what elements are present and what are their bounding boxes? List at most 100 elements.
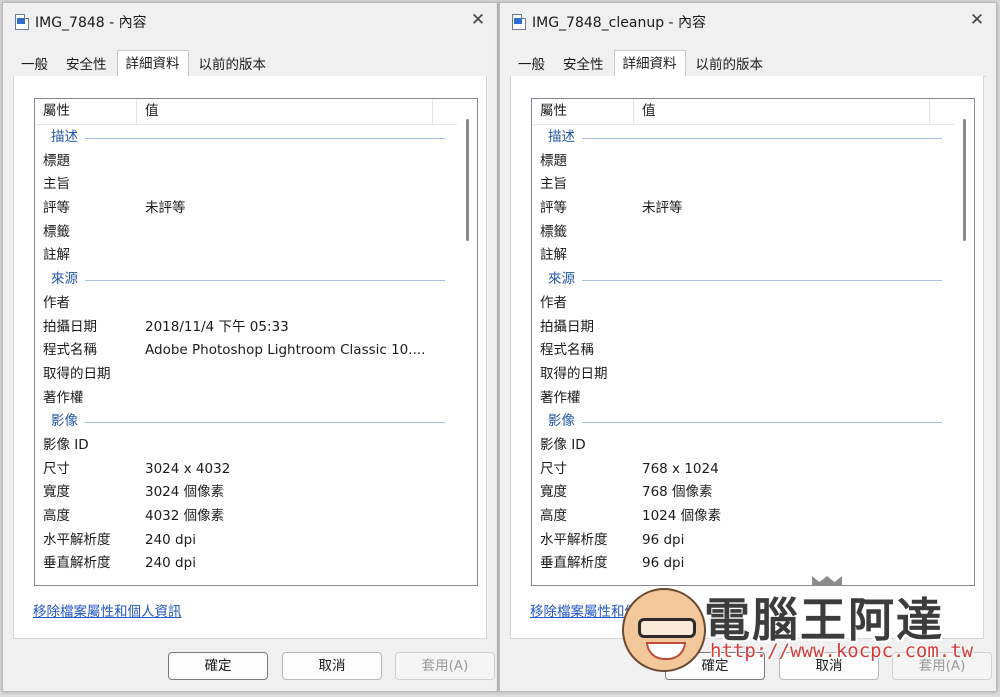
property-row[interactable]: 作者	[532, 292, 954, 316]
property-name: 程式名稱	[43, 342, 97, 359]
property-value[interactable]: 3024 x 4032	[145, 458, 230, 482]
property-value[interactable]: Adobe Photoshop Lightroom Classic 10....	[145, 339, 425, 363]
column-header-property[interactable]: 屬性	[35, 99, 137, 124]
property-name: 評等	[43, 200, 70, 217]
property-row[interactable]: 水平解析度 96 dpi	[532, 529, 954, 553]
property-row[interactable]: 著作權	[532, 387, 954, 411]
tab-details[interactable]: 詳細資料	[613, 50, 686, 78]
property-list[interactable]: 屬性 值 描述 標題 主旨 評等 未評等 標籤 註解 來源 作者 拍攝日期 2018/11/4 下午…	[34, 98, 478, 586]
property-row[interactable]: 寬度 768 個像素	[532, 481, 954, 505]
property-row[interactable]: 垂直解析度 96 dpi	[532, 552, 954, 576]
property-row[interactable]: 標籤	[532, 221, 954, 245]
property-row[interactable]: 高度 1024 個像素	[532, 505, 954, 529]
cancel-button[interactable]: 取消	[282, 652, 382, 680]
property-name: 作者	[43, 294, 70, 311]
tab-strip: 一般 安全性 詳細資料 以前的版本	[13, 50, 487, 78]
ok-button[interactable]: 確定	[168, 652, 268, 680]
property-row[interactable]: 註解	[35, 244, 457, 268]
property-value[interactable]: 未評等	[642, 197, 683, 221]
title-bar[interactable]: IMG_7848_cleanup - 內容 ✕	[500, 3, 996, 39]
property-value[interactable]: 768 個像素	[642, 481, 713, 505]
property-row[interactable]: 作者	[35, 292, 457, 316]
scrollbar[interactable]	[956, 99, 974, 585]
tab-details[interactable]: 詳細資料	[116, 50, 189, 78]
property-name: 垂直解析度	[43, 555, 111, 572]
property-row[interactable]: 高度 4032 個像素	[35, 505, 457, 529]
close-icon[interactable]: ✕	[467, 8, 489, 32]
property-value[interactable]: 4032 個像素	[145, 505, 224, 529]
details-panel: 屬性 值 描述 標題 主旨 評等 未評等 標籤 註解 來源 作者 拍攝日期 2018/11/4 下午…	[13, 76, 487, 639]
property-row[interactable]: 標題	[532, 150, 954, 174]
column-header-property[interactable]: 屬性	[532, 99, 634, 124]
property-row[interactable]: 註解	[532, 244, 954, 268]
property-name: 水平解析度	[540, 531, 608, 548]
property-value[interactable]: 240 dpi	[145, 552, 196, 576]
property-row[interactable]: 標籤	[35, 221, 457, 245]
tab-previous-versions[interactable]: 以前的版本	[688, 53, 772, 77]
property-value[interactable]: 2018/11/4 下午 05:33	[145, 316, 289, 340]
property-row[interactable]: 拍攝日期	[532, 316, 954, 340]
property-row[interactable]: 評等 未評等	[35, 197, 457, 221]
property-row[interactable]: 拍攝日期 2018/11/4 下午 05:33	[35, 316, 457, 340]
property-row[interactable]: 著作權	[35, 387, 457, 411]
property-row[interactable]: 評等 未評等	[532, 197, 954, 221]
cancel-button[interactable]: 取消	[779, 652, 879, 680]
property-name: 寬度	[43, 484, 70, 501]
property-name: 程式名稱	[540, 342, 594, 359]
property-name: 拍攝日期	[43, 318, 97, 335]
property-row[interactable]: 主旨	[532, 173, 954, 197]
property-name: 主旨	[43, 176, 70, 193]
property-list[interactable]: 屬性 值 描述 標題 主旨 評等 未評等 標籤 註解 來源 作者 拍攝日期 程式名稱 取得的日期 著作權…	[531, 98, 975, 586]
details-panel: 屬性 值 描述 標題 主旨 評等 未評等 標籤 註解 來源 作者 拍攝日期 程式名稱 取得的日期 著作權…	[510, 76, 984, 639]
tab-general[interactable]: 一般	[510, 53, 553, 77]
property-value[interactable]: 未評等	[145, 197, 186, 221]
property-name: 標籤	[540, 223, 567, 240]
scrollbar-thumb[interactable]	[963, 119, 966, 241]
property-row[interactable]: 垂直解析度 240 dpi	[35, 552, 457, 576]
tab-general[interactable]: 一般	[13, 53, 56, 77]
tab-security[interactable]: 安全性	[58, 53, 115, 77]
property-value[interactable]: 96 dpi	[642, 529, 684, 553]
property-row[interactable]: 程式名稱	[532, 339, 954, 363]
image-file-icon	[512, 14, 526, 30]
column-header-value[interactable]: 值	[137, 99, 433, 124]
scrollbar-thumb[interactable]	[466, 119, 469, 241]
group-heading-label: 來源	[548, 268, 581, 292]
scrollbar[interactable]	[459, 99, 477, 585]
property-row[interactable]: 影像 ID	[35, 434, 457, 458]
property-row[interactable]: 寬度 3024 個像素	[35, 481, 457, 505]
property-value[interactable]: 240 dpi	[145, 529, 196, 553]
property-row[interactable]: 取得的日期	[532, 363, 954, 387]
property-value[interactable]: 768 x 1024	[642, 458, 719, 482]
close-icon[interactable]: ✕	[966, 8, 988, 32]
remove-properties-link[interactable]: 移除檔案屬性和個人資訊	[530, 600, 679, 620]
property-row[interactable]: 影像 ID	[532, 434, 954, 458]
property-row[interactable]: 主旨	[35, 173, 457, 197]
property-row[interactable]: 取得的日期	[35, 363, 457, 387]
group-heading: 來源	[35, 268, 457, 292]
property-value[interactable]: 96 dpi	[642, 552, 684, 576]
ok-button[interactable]: 確定	[665, 652, 765, 680]
property-rows: 描述 標題 主旨 評等 未評等 標籤 註解 來源 作者 拍攝日期 2018/11/4 下午 05:3…	[35, 126, 457, 576]
property-name: 高度	[43, 508, 70, 524]
property-value[interactable]: 3024 個像素	[145, 481, 224, 505]
apply-button[interactable]: 套用(A)	[892, 652, 992, 680]
property-row[interactable]: 程式名稱 Adobe Photoshop Lightroom Classic 10…	[35, 339, 457, 363]
tab-security[interactable]: 安全性	[555, 53, 612, 77]
group-heading: 影像	[35, 410, 457, 434]
column-header-value[interactable]: 值	[634, 99, 930, 124]
apply-button[interactable]: 套用(A)	[395, 652, 495, 680]
property-row[interactable]: 標題	[35, 150, 457, 174]
property-row[interactable]: 水平解析度 240 dpi	[35, 529, 457, 553]
remove-properties-link[interactable]: 移除檔案屬性和個人資訊	[33, 600, 182, 620]
property-name: 取得的日期	[540, 365, 608, 382]
tab-previous-versions[interactable]: 以前的版本	[191, 53, 275, 77]
tab-strip: 一般 安全性 詳細資料 以前的版本	[510, 50, 986, 78]
property-row[interactable]: 尺寸 768 x 1024	[532, 458, 954, 482]
property-rows: 描述 標題 主旨 評等 未評等 標籤 註解 來源 作者 拍攝日期 程式名稱 取得的日期 著作權 影像 影像 …	[532, 126, 954, 576]
title-bar[interactable]: IMG_7848 - 內容 ✕	[3, 3, 497, 39]
property-value[interactable]: 1024 個像素	[642, 505, 721, 529]
window-title: IMG_7848 - 內容	[35, 15, 147, 31]
property-row[interactable]: 尺寸 3024 x 4032	[35, 458, 457, 482]
property-name: 尺寸	[43, 460, 70, 477]
